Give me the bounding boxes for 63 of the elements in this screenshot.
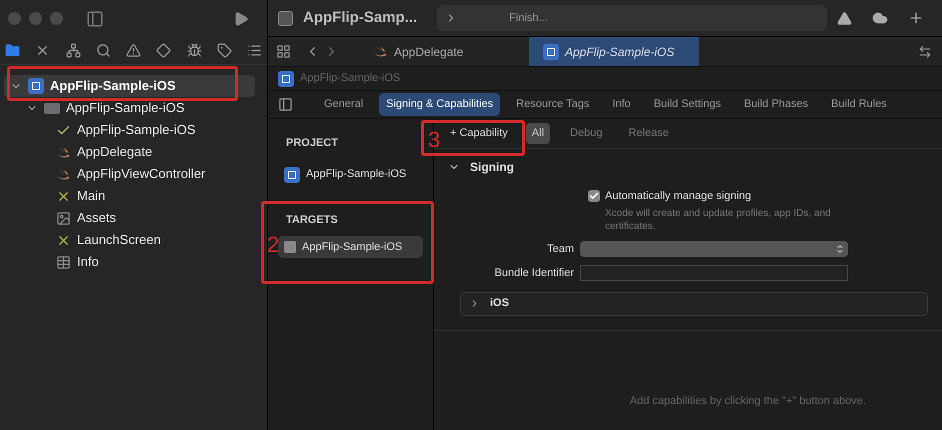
- updown-icon: [835, 244, 845, 254]
- check-icon: [589, 191, 599, 202]
- diamond-icon[interactable]: [156, 43, 172, 58]
- cloud-icon[interactable]: [872, 10, 888, 26]
- hierarchy-icon[interactable]: [66, 43, 80, 58]
- hint-text: Xcode will create and update profiles, app IDs, and certificates.: [605, 206, 832, 232]
- tree-item[interactable]: Main: [4, 185, 255, 207]
- warning-icon[interactable]: [837, 10, 852, 26]
- folder-icon: [44, 102, 60, 114]
- tag-icon[interactable]: [216, 43, 232, 58]
- window-title: AppFlip-Samp...: [303, 8, 418, 28]
- app-project-icon: [543, 44, 559, 60]
- table-icon: [56, 254, 71, 270]
- section-title: Signing: [470, 159, 514, 176]
- run-icon[interactable]: [233, 10, 249, 26]
- checkbox[interactable]: [588, 190, 600, 202]
- empty-hint: Add capabilities by clicking the "+" button above.: [630, 394, 866, 408]
- tree-item[interactable]: Assets: [4, 207, 255, 229]
- swift-bird-icon: [373, 44, 388, 59]
- field-label: Team: [546, 242, 575, 256]
- tree-item[interactable]: AppFlipViewController: [4, 163, 255, 185]
- settings-tab[interactable]: Signing & Capabilities: [379, 93, 500, 116]
- settings-tab[interactable]: Build Rules: [824, 93, 894, 116]
- section-heading: PROJECT: [285, 136, 339, 151]
- tree-item[interactable]: AppFlip-Sample-iOS: [4, 119, 255, 141]
- settings-tab[interactable]: Build Phases: [736, 93, 816, 116]
- app-project-icon: [278, 70, 294, 86]
- tree-item[interactable]: AppDelegate: [4, 141, 255, 163]
- config-filter[interactable]: All: [526, 123, 550, 144]
- search-icon[interactable]: [96, 43, 111, 58]
- tree-item[interactable]: LaunchScreen: [4, 229, 255, 251]
- field-label: Bundle Identifier: [494, 266, 575, 281]
- tree-item[interactable]: AppFlip-Sample-iOS: [4, 75, 255, 97]
- panel-toggle-icon[interactable]: [278, 97, 293, 112]
- editor-tab[interactable]: AppDelegate: [359, 37, 529, 66]
- sidebar-toggle-icon[interactable]: [85, 10, 105, 28]
- bundle-identifier-field[interactable]: [580, 265, 848, 282]
- list-icon[interactable]: [247, 43, 262, 58]
- folder-icon[interactable]: [5, 43, 20, 58]
- annotation-number: 3: [428, 129, 440, 151]
- settings-tab[interactable]: Info: [605, 93, 638, 116]
- settings-tab[interactable]: General: [317, 93, 370, 116]
- swap-icon[interactable]: [918, 44, 932, 58]
- app-project-icon: [28, 78, 44, 94]
- ios-section[interactable]: iOS: [460, 292, 928, 316]
- annotation-number: 2: [267, 234, 280, 256]
- bug-icon[interactable]: [186, 43, 202, 58]
- app-project-icon: [284, 166, 300, 182]
- target-item[interactable]: AppFlip-Sample-iOS: [278, 236, 423, 258]
- tree-item[interactable]: AppFlip-Sample-iOS: [4, 97, 255, 119]
- checkbox-label: Automatically manage signing: [605, 189, 752, 204]
- project-item[interactable]: AppFlip-Sample-iOS: [278, 164, 423, 186]
- config-filter[interactable]: Debug: [564, 123, 608, 144]
- editor-tab[interactable]: AppFlip-Sample-iOS: [529, 37, 699, 66]
- settings-tab[interactable]: Resource Tags: [509, 93, 596, 116]
- config-filter[interactable]: Release: [622, 123, 675, 144]
- warning-icon[interactable]: [126, 43, 141, 58]
- grid-icon[interactable]: [276, 44, 291, 59]
- add-capability-button[interactable]: + Capability: [442, 122, 516, 146]
- settings-tab[interactable]: Build Settings: [646, 93, 728, 116]
- status-text: Finish...: [509, 10, 548, 26]
- tree-item[interactable]: Info: [4, 251, 255, 273]
- section-heading: TARGETS: [285, 212, 339, 228]
